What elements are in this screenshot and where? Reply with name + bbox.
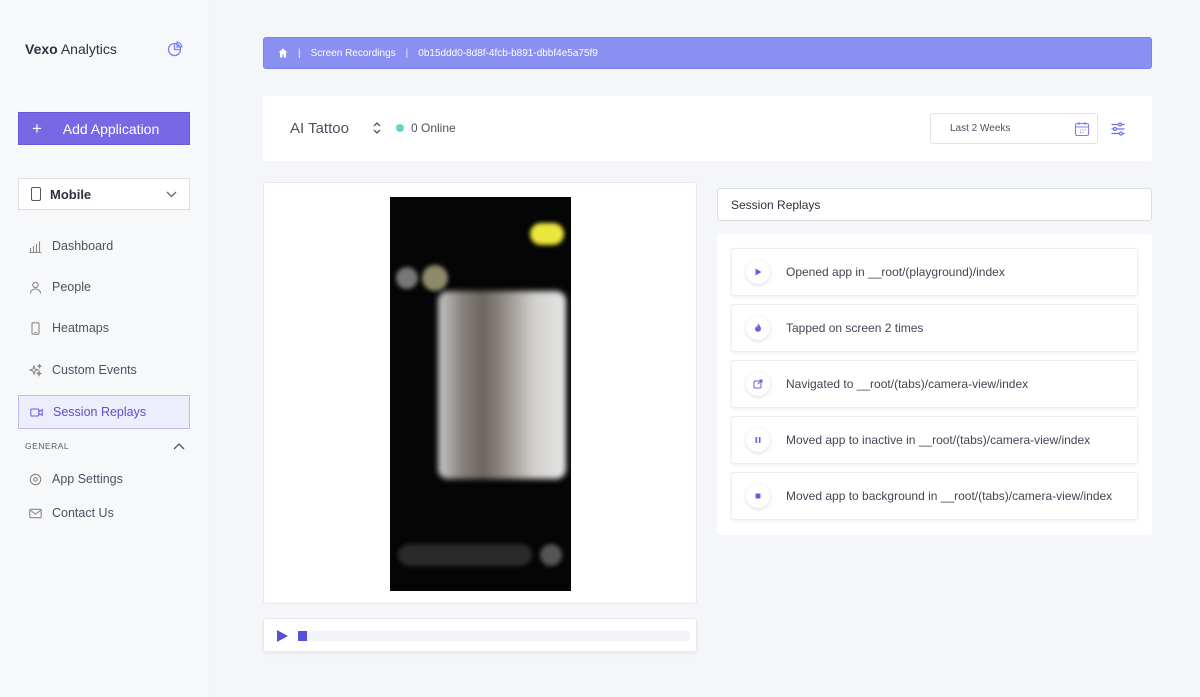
session-event-text: Tapped on screen 2 times: [786, 321, 924, 335]
session-events-list: Opened app in __root/(playground)/index …: [717, 234, 1152, 535]
session-event[interactable]: Moved app to background in __root/(tabs)…: [731, 472, 1138, 520]
gear-icon: [29, 473, 42, 485]
calendar-icon: [1074, 122, 1090, 137]
video-icon: [30, 407, 43, 417]
navigate-icon: [746, 372, 770, 396]
platform-label: Mobile: [50, 186, 92, 202]
sidebar-item-people[interactable]: People: [18, 270, 190, 304]
online-count: 0 Online: [411, 121, 456, 135]
plus-icon: +: [32, 118, 42, 138]
session-event-text: Opened app in __root/(playground)/index: [786, 265, 1005, 279]
tap-icon: [746, 316, 770, 340]
chevron-up-down-icon[interactable]: [372, 120, 382, 136]
session-event-text: Navigated to __root/(tabs)/camera-view/i…: [786, 377, 1029, 391]
blurred-avatar: [422, 265, 448, 291]
session-event[interactable]: Opened app in __root/(playground)/index: [731, 248, 1138, 296]
blurred-action-button: [540, 544, 562, 566]
play-icon: [746, 260, 770, 284]
play-icon[interactable]: [275, 629, 289, 643]
blurred-input-bar: [398, 544, 532, 566]
brand-name-bold: Vexo: [25, 41, 58, 57]
sidebar-item-label: App Settings: [52, 472, 123, 486]
general-section-toggle[interactable]: GENERAL: [25, 441, 185, 451]
playback-progress-handle[interactable]: [298, 631, 307, 641]
app-name[interactable]: AI Tattoo: [290, 120, 349, 137]
replay-video-panel: [263, 182, 697, 604]
stop-icon: [746, 484, 770, 508]
session-event[interactable]: Tapped on screen 2 times: [731, 304, 1138, 352]
date-range-picker[interactable]: Last 2 Weeks: [930, 113, 1098, 144]
user-icon: [29, 281, 42, 294]
sidebar-item-label: Contact Us: [52, 506, 114, 520]
sidebar-item-label: Dashboard: [52, 239, 114, 253]
platform-select[interactable]: Mobile: [18, 178, 190, 210]
sidebar-item-heatmaps[interactable]: Heatmaps: [18, 311, 190, 345]
blurred-avatar: [396, 267, 418, 289]
online-status-dot: [396, 124, 404, 132]
session-event-text: Moved app to background in __root/(tabs)…: [786, 489, 1113, 503]
sliders-icon[interactable]: [1110, 121, 1126, 137]
add-application-button[interactable]: + Add Application: [18, 112, 190, 145]
app-header-bar: AI Tattoo 0 Online Last 2 Weeks: [263, 96, 1152, 161]
breadcrumb-separator: |: [405, 47, 409, 59]
breadcrumb-session-id: 0b15ddd0-8d8f-4fcb-b891-dbbf4e5a75f9: [418, 47, 598, 59]
sidebar-item-label: Heatmaps: [52, 321, 109, 335]
phone-icon: [31, 187, 41, 201]
session-event[interactable]: Navigated to __root/(tabs)/camera-view/i…: [731, 360, 1138, 408]
pause-icon: [746, 428, 770, 452]
sidebar-item-label: Session Replays: [53, 405, 147, 419]
sparkles-icon: [29, 363, 42, 377]
brand-logo[interactable]: Vexo Analytics: [25, 41, 117, 57]
phone-icon: [31, 321, 40, 335]
sidebar-item-app-settings[interactable]: App Settings: [18, 462, 190, 496]
bar-chart-icon: [29, 241, 42, 253]
playback-progress-track[interactable]: [298, 631, 690, 641]
session-event-text: Moved app to inactive in __root/(tabs)/c…: [786, 433, 1091, 447]
sidebar-item-contact-us[interactable]: Contact Us: [18, 496, 190, 530]
date-range-label: Last 2 Weeks: [950, 123, 1011, 134]
blurred-header-button: [530, 223, 564, 245]
sidebar-item-custom-events[interactable]: Custom Events: [18, 353, 190, 387]
general-section-label: GENERAL: [25, 441, 70, 451]
replay-video-frame[interactable]: [390, 197, 571, 591]
sidebar-item-label: People: [52, 280, 91, 294]
brand-name-rest: Analytics: [57, 41, 117, 57]
home-icon[interactable]: [278, 48, 288, 58]
sidebar: Vexo Analytics + Add Application Mobile …: [0, 0, 210, 697]
breadcrumb-separator: |: [298, 47, 301, 59]
chevron-up-icon: [173, 443, 185, 450]
blurred-tattoo-image: [438, 291, 566, 479]
session-replays-header: Session Replays: [717, 188, 1152, 221]
video-player-controls: [263, 618, 697, 652]
sidebar-item-dashboard[interactable]: Dashboard: [18, 229, 190, 263]
sidebar-item-session-replays[interactable]: Session Replays: [18, 395, 190, 429]
mail-icon: [29, 508, 42, 518]
session-event[interactable]: Moved app to inactive in __root/(tabs)/c…: [731, 416, 1138, 464]
breadcrumb-screen-recordings[interactable]: Screen Recordings: [311, 48, 396, 59]
add-application-label: Add Application: [62, 120, 160, 137]
breadcrumb: | Screen Recordings | 0b15ddd0-8d8f-4fcb…: [263, 37, 1152, 69]
chevron-down-icon: [166, 191, 177, 197]
pie-chart-icon[interactable]: [167, 41, 183, 57]
sidebar-item-label: Custom Events: [52, 363, 137, 377]
